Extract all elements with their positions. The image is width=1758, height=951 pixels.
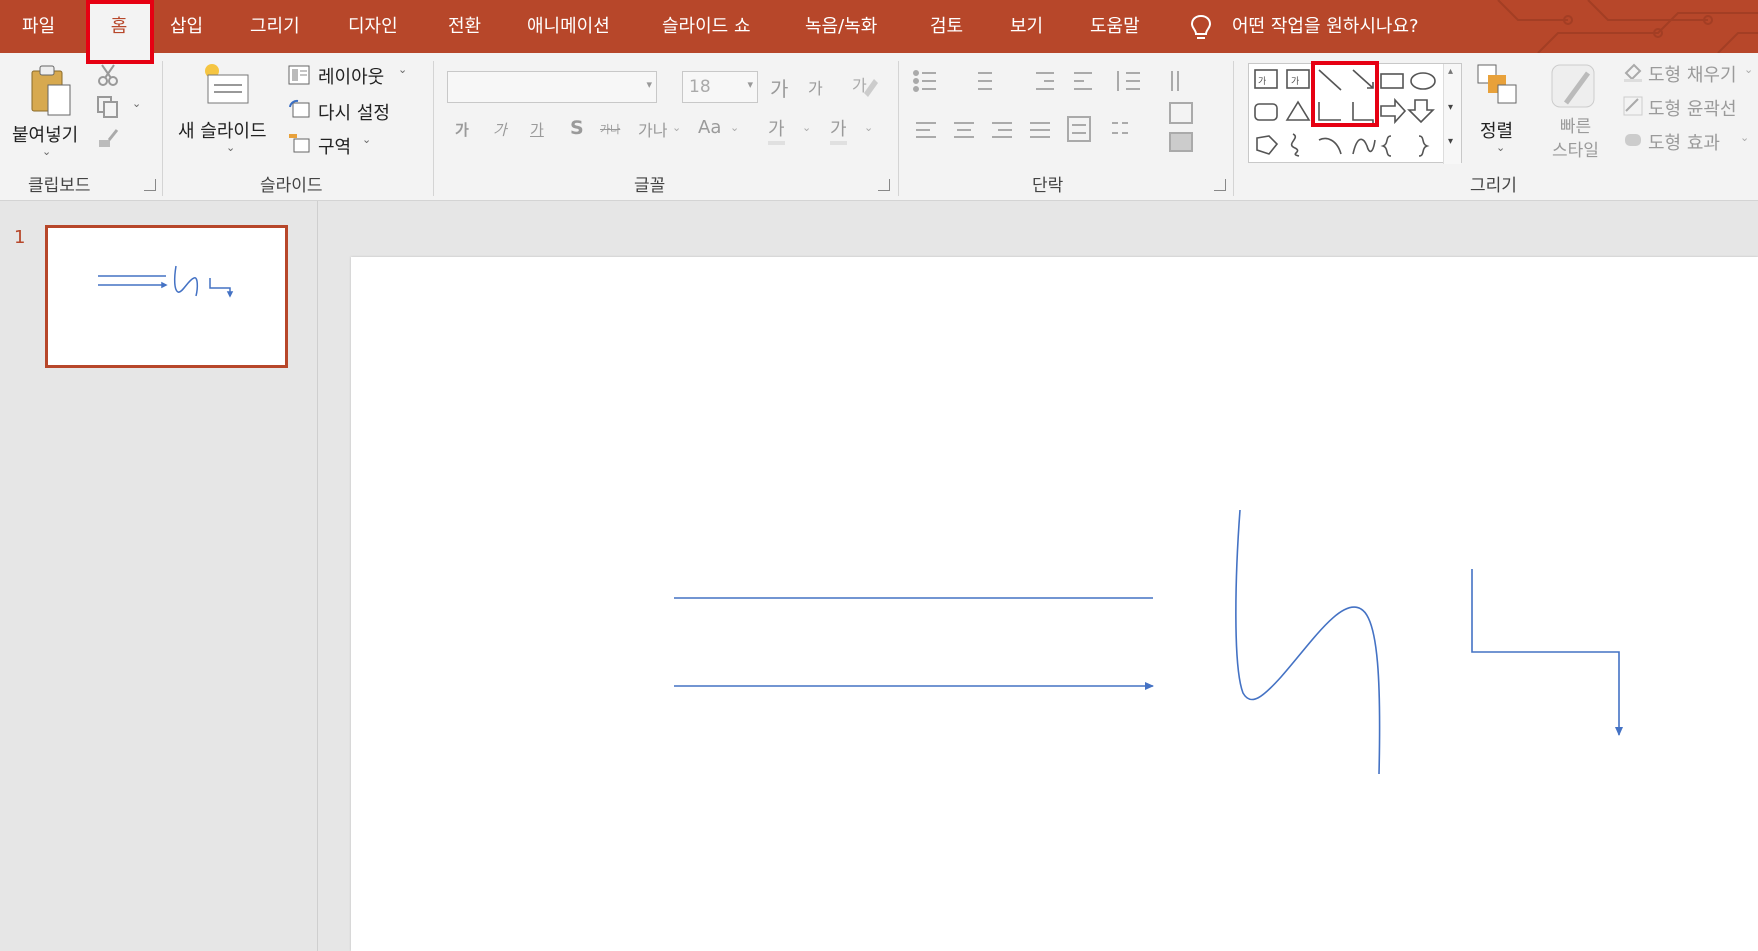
slide-content: [674, 509, 1623, 775]
highlight-color-button[interactable]: 가: [768, 115, 785, 145]
section-label[interactable]: 구역: [318, 133, 351, 159]
shape-outline-label[interactable]: 도형 윤곽선: [1648, 95, 1737, 121]
char-spacing-chevron-icon[interactable]: ⌄: [672, 121, 681, 134]
gallery-more-icon[interactable]: ▾: [1448, 136, 1453, 147]
copy-dropdown-chevron-icon[interactable]: ⌄: [132, 97, 141, 110]
shadow-button[interactable]: S: [570, 117, 584, 139]
new-slide-label[interactable]: 새 슬라이드: [178, 117, 267, 143]
font-size-box[interactable]: 18 ▾: [682, 71, 758, 103]
paragraph-group-label: 단락: [1032, 176, 1064, 196]
arrange-chevron-icon[interactable]: ⌄: [1496, 141, 1505, 154]
bold-button[interactable]: 가: [455, 119, 469, 140]
gallery-down-icon[interactable]: ▾: [1448, 102, 1453, 113]
clipboard-launcher-icon[interactable]: [144, 179, 156, 191]
tab-design[interactable]: 디자인: [348, 0, 398, 53]
layout-icon[interactable]: [288, 65, 310, 85]
clipboard-group-label: 클립보드: [28, 176, 91, 196]
font-group-label: 글꼴: [634, 176, 666, 196]
shape-fill-chevron-icon[interactable]: ⌄: [1744, 63, 1753, 76]
tab-view[interactable]: 보기: [1010, 0, 1043, 53]
svg-text:가: 가: [1258, 76, 1266, 87]
paste-icon[interactable]: [28, 63, 74, 119]
group-separator: [1233, 61, 1234, 196]
arrange-label[interactable]: 정렬: [1480, 117, 1513, 143]
shape-outline-icon[interactable]: [1622, 95, 1644, 117]
shape-effects-label[interactable]: 도형 효과: [1648, 129, 1720, 155]
change-case-chevron-icon[interactable]: ⌄: [730, 121, 739, 134]
shape-fill-icon[interactable]: [1622, 61, 1644, 83]
tab-slideshow[interactable]: 슬라이드 쇼: [662, 0, 751, 53]
shape-effects-chevron-icon[interactable]: ⌄: [1740, 131, 1749, 144]
slide-thumbnail-pane: 1: [0, 201, 318, 951]
font-size-chevron-icon[interactable]: ▾: [747, 78, 753, 91]
underline-button[interactable]: 가: [530, 119, 544, 140]
tab-insert[interactable]: 삽입: [170, 0, 203, 53]
slide-canvas[interactable]: [351, 257, 1758, 951]
thumbnail-preview: [98, 265, 234, 298]
slides-group-label: 슬라이드: [260, 176, 323, 196]
tab-recording[interactable]: 녹음/녹화: [805, 0, 877, 53]
ribbon-tab-bar: 파일 홈 삽입 그리기 디자인 전환 애니메이션 슬라이드 쇼 녹음/녹화 검토…: [0, 0, 1758, 53]
copy-icon[interactable]: [96, 95, 120, 119]
slide-number: 1: [14, 227, 26, 248]
font-launcher-icon[interactable]: [878, 179, 890, 191]
tab-review[interactable]: 검토: [930, 0, 963, 53]
font-color-chevron-icon[interactable]: ⌄: [864, 121, 873, 134]
paragraph-controls[interactable]: [912, 67, 1222, 157]
tell-me-search[interactable]: 어떤 작업을 원하시나요?: [1232, 0, 1419, 53]
char-spacing-button[interactable]: 가나: [638, 117, 667, 141]
font-name-box[interactable]: ▾: [447, 71, 657, 103]
paste-label[interactable]: 붙여넣기: [12, 121, 78, 147]
svg-text:가: 가: [1291, 76, 1299, 87]
clear-format-icon[interactable]: 가: [850, 71, 878, 99]
font-size-value: 18: [689, 77, 711, 97]
highlight-chevron-icon[interactable]: ⌄: [802, 121, 811, 134]
connector-shapes-highlight: [1311, 61, 1379, 127]
ribbon-home: 붙여넣기 ⌄ ⌄ 클립보드 새 슬라이드 ⌄ 레이아웃 ⌄ 다시 설정 구역 ⌄…: [0, 53, 1758, 201]
cut-icon[interactable]: [96, 63, 120, 87]
grow-font-button[interactable]: 가: [770, 73, 788, 102]
quick-styles-label[interactable]: 빠른 스타일: [1552, 115, 1599, 163]
slide-thumbnail[interactable]: [45, 225, 288, 368]
drawing-group-label: 그리기: [1470, 176, 1517, 196]
tab-file[interactable]: 파일: [22, 0, 55, 53]
gallery-scroll[interactable]: ▴ ▾ ▾: [1443, 64, 1461, 164]
reset-icon[interactable]: [288, 99, 310, 119]
paragraph-launcher-icon[interactable]: [1214, 179, 1226, 191]
italic-button[interactable]: 가: [493, 119, 507, 140]
section-icon[interactable]: [288, 133, 310, 153]
change-case-button[interactable]: Aa: [698, 117, 721, 138]
strikethrough-button[interactable]: 가나: [600, 121, 620, 137]
curved-line-shape[interactable]: [1235, 509, 1381, 775]
new-slide-icon[interactable]: [200, 61, 252, 107]
group-separator: [898, 61, 899, 196]
group-separator: [162, 61, 163, 196]
shrink-font-button[interactable]: 가: [808, 75, 823, 99]
shape-effects-icon[interactable]: [1622, 129, 1644, 151]
shape-fill-label[interactable]: 도형 채우기: [1648, 61, 1737, 87]
tab-animations[interactable]: 애니메이션: [527, 0, 610, 53]
quick-styles-icon[interactable]: [1550, 63, 1600, 111]
arrange-icon[interactable]: [1476, 63, 1520, 107]
font-name-chevron-icon[interactable]: ▾: [646, 78, 652, 91]
layout-label[interactable]: 레이아웃: [318, 63, 384, 89]
new-slide-chevron-icon[interactable]: ⌄: [226, 141, 235, 154]
home-tab-highlight: [86, 0, 154, 64]
layout-chevron-icon[interactable]: ⌄: [398, 63, 407, 76]
tab-help[interactable]: 도움말: [1090, 0, 1140, 53]
group-separator: [433, 61, 434, 196]
format-painter-icon[interactable]: [96, 127, 120, 151]
gallery-up-icon[interactable]: ▴: [1448, 66, 1453, 77]
paste-dropdown-chevron-icon[interactable]: ⌄: [42, 145, 51, 158]
reset-label[interactable]: 다시 설정: [318, 99, 390, 125]
tab-transitions[interactable]: 전환: [448, 0, 481, 53]
lightbulb-icon: [1190, 14, 1212, 39]
powerpoint-window: 파일 홈 삽입 그리기 디자인 전환 애니메이션 슬라이드 쇼 녹음/녹화 검토…: [0, 0, 1758, 951]
tab-draw[interactable]: 그리기: [250, 0, 300, 53]
section-chevron-icon[interactable]: ⌄: [362, 133, 371, 146]
elbow-connector-shape[interactable]: [1471, 569, 1623, 736]
font-color-button[interactable]: 가: [830, 115, 847, 145]
